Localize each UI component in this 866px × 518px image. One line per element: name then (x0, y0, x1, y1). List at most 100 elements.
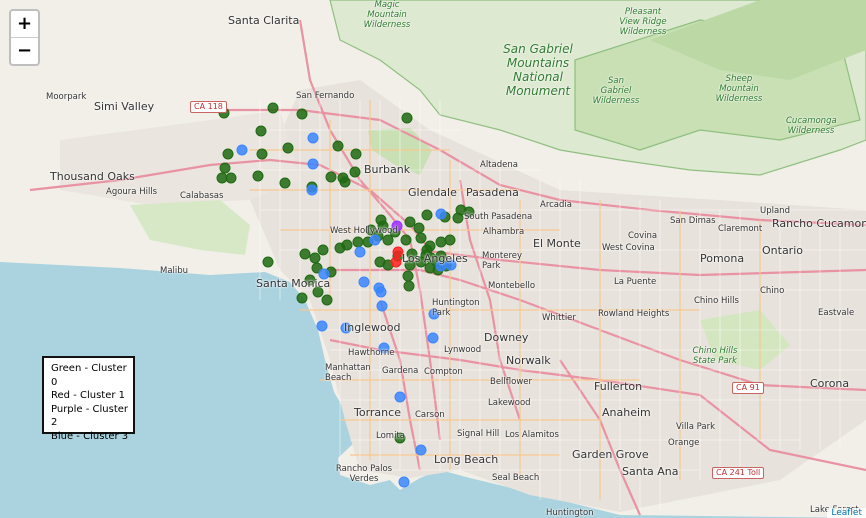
label-rancho-palos-verdes: Rancho Palos Verdes (335, 464, 393, 484)
cluster-0-marker[interactable] (321, 294, 333, 306)
cluster-0-marker[interactable] (332, 140, 344, 152)
label-hawthorne: Hawthorne (348, 348, 395, 358)
label-lynwood: Lynwood (444, 345, 482, 355)
cluster-3-marker[interactable] (435, 208, 447, 220)
cluster-0-marker[interactable] (401, 112, 413, 124)
cluster-0-marker[interactable] (350, 148, 362, 160)
cluster-0-marker[interactable] (382, 234, 394, 246)
cluster-0-marker[interactable] (262, 256, 274, 268)
label-ontario: Ontario (762, 244, 803, 257)
label-sheep-mountain: Sheep Mountain Wilderness (715, 74, 763, 104)
cluster-3-marker[interactable] (354, 246, 366, 258)
cluster-3-marker[interactable] (398, 476, 410, 488)
cluster-3-marker[interactable] (306, 184, 318, 196)
label-los-alamitos: Los Alamitos (505, 430, 559, 440)
label-los-angeles: Los Angeles (402, 252, 468, 265)
cluster-0-marker[interactable] (352, 236, 364, 248)
cluster-0-marker[interactable] (252, 170, 264, 182)
cluster-0-marker[interactable] (444, 234, 456, 246)
cluster-0-marker[interactable] (402, 270, 414, 282)
attribution-link[interactable]: Leaflet (827, 508, 866, 518)
cluster-3-marker[interactable] (316, 320, 328, 332)
cluster-0-marker[interactable] (339, 176, 351, 188)
label-gardena: Gardena (382, 366, 419, 376)
cluster-0-marker[interactable] (299, 248, 311, 260)
legend-item-cluster-3: Blue - Cluster 3 (51, 430, 129, 442)
cluster-0-marker[interactable] (435, 236, 447, 248)
label-rancho-cucamonga: Rancho Cucamonga (772, 217, 866, 230)
cluster-0-marker[interactable] (421, 209, 433, 221)
cluster-3-marker[interactable] (394, 391, 406, 403)
label-santa-ana: Santa Ana (622, 465, 679, 478)
label-eastvale: Eastvale (818, 308, 855, 318)
cluster-3-marker[interactable] (415, 444, 427, 456)
label-san-dimas: San Dimas (670, 216, 716, 226)
park-malibu-hills (130, 200, 250, 255)
label-west-covina: West Covina (602, 243, 655, 253)
cluster-3-marker[interactable] (307, 132, 319, 144)
cluster-3-marker[interactable] (307, 158, 319, 170)
cluster-0-marker[interactable] (255, 125, 267, 137)
cluster-0-marker[interactable] (334, 242, 346, 254)
label-manhattan-beach: Manhattan Beach (325, 363, 371, 383)
label-cucamonga: Cucamonga Wilderness (786, 116, 837, 136)
label-south-pasadena: South Pasadena (464, 212, 533, 222)
label-rowland-heights: Rowland Heights (598, 309, 670, 319)
zoom-out-button[interactable]: − (11, 37, 38, 64)
label-altadena: Altadena (480, 160, 518, 170)
cluster-0-marker[interactable] (400, 234, 412, 246)
cluster-0-marker[interactable] (222, 148, 234, 160)
cluster-0-marker[interactable] (296, 292, 308, 304)
cluster-1-marker[interactable] (390, 256, 402, 268)
label-arcadia: Arcadia (540, 200, 572, 210)
cluster-0-marker[interactable] (216, 172, 228, 184)
label-compton: Compton (424, 367, 463, 377)
highway-shield-241: CA 241 Toll (712, 467, 765, 479)
cluster-0-marker[interactable] (282, 142, 294, 154)
label-huntington-park: Huntington Park (432, 298, 480, 318)
label-long-beach: Long Beach (434, 453, 499, 466)
label-whittier: Whittier (542, 313, 576, 323)
label-chino-hills-sp: Chino Hills State Park (692, 346, 738, 366)
cluster-0-marker[interactable] (325, 171, 337, 183)
legend-item-cluster-0: Green - Cluster 0 (51, 363, 127, 388)
cluster-0-marker[interactable] (317, 244, 329, 256)
zoom-in-button[interactable]: + (11, 11, 38, 37)
cluster-0-marker[interactable] (267, 102, 279, 114)
label-norwalk: Norwalk (506, 354, 551, 367)
cluster-0-marker[interactable] (404, 216, 416, 228)
cluster-0-marker[interactable] (415, 232, 427, 244)
label-el-monte: El Monte (533, 237, 581, 250)
label-chino-hills: Chino Hills (694, 296, 739, 306)
cluster-0-marker[interactable] (403, 280, 415, 292)
label-santa-clarita: Santa Clarita (228, 14, 300, 27)
cluster-3-marker[interactable] (369, 234, 381, 246)
label-upland: Upland (760, 206, 790, 216)
cluster-3-marker[interactable] (375, 286, 387, 298)
label-signal-hill: Signal Hill (457, 429, 500, 439)
label-covina: Covina (628, 231, 658, 241)
cluster-3-marker[interactable] (236, 144, 248, 156)
label-orange: Orange (668, 438, 700, 448)
cluster-0-marker[interactable] (296, 108, 308, 120)
highway-shield-118: CA 118 (190, 101, 227, 113)
label-malibu: Malibu (160, 266, 189, 276)
label-la-puente: La Puente (614, 277, 657, 287)
cluster-0-marker[interactable] (309, 252, 321, 264)
cluster-0-marker[interactable] (349, 166, 361, 178)
label-pomona: Pomona (700, 252, 745, 265)
label-moorpark: Moorpark (46, 92, 87, 102)
label-lakewood: Lakewood (488, 398, 531, 408)
cluster-3-marker[interactable] (427, 332, 439, 344)
cluster-0-marker[interactable] (279, 177, 291, 189)
cluster-3-marker[interactable] (376, 300, 388, 312)
cluster-0-marker[interactable] (413, 222, 425, 234)
label-torrance: Torrance (354, 406, 401, 419)
label-san-gabriel-mountains: San Gabriel Mountains National Monument (503, 42, 573, 98)
highway-shield-91: CA 91 (732, 382, 764, 394)
cluster-3-marker[interactable] (358, 276, 370, 288)
cluster-0-marker[interactable] (256, 148, 268, 160)
cluster-0-marker[interactable] (219, 162, 231, 174)
map-container[interactable]: Santa Clarita Simi Valley San Fernando M… (0, 0, 866, 518)
label-garden-grove: Garden Grove (572, 448, 649, 461)
